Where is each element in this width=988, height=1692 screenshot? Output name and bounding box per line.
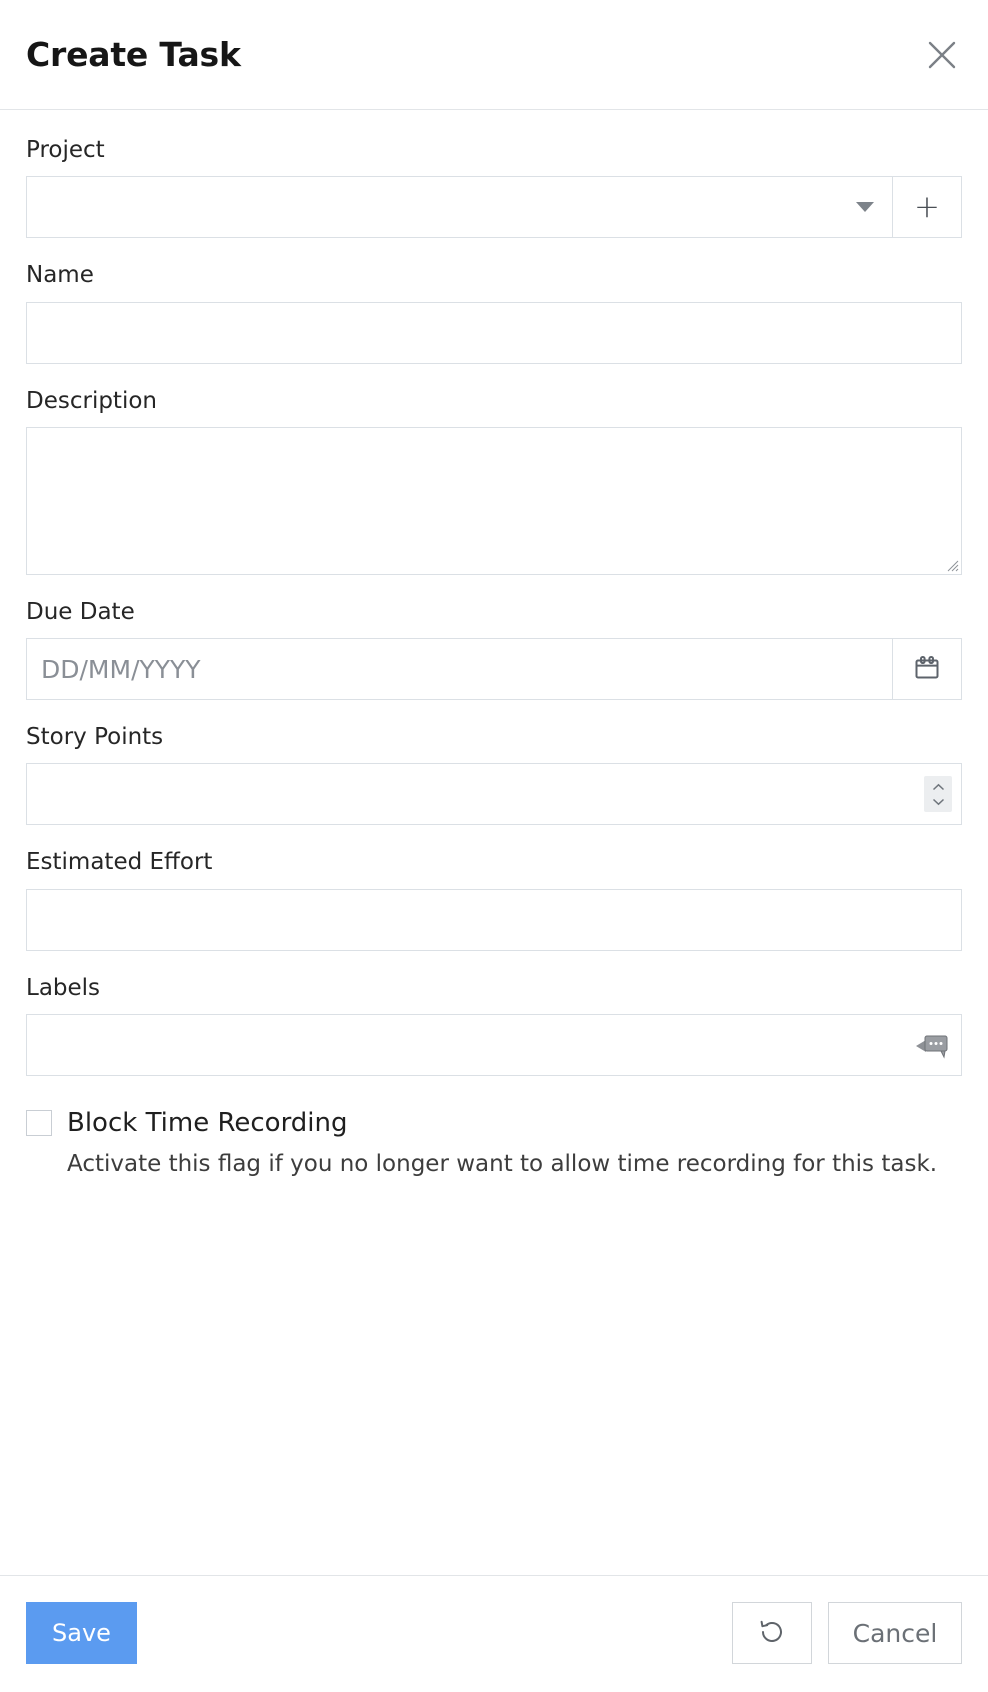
cancel-button[interactable]: Cancel <box>828 1602 962 1664</box>
story-points-input[interactable] <box>26 763 962 826</box>
save-button[interactable]: Save <box>26 1602 137 1664</box>
name-input[interactable] <box>26 301 962 364</box>
page-title: Create Task <box>26 35 241 74</box>
dialog-body: Project + Name Description Due Date DD/M… <box>0 110 988 1575</box>
chevron-up-icon[interactable] <box>931 780 945 794</box>
field-project: Project + <box>26 137 962 239</box>
field-due-date: Due Date <box>26 598 962 701</box>
description-box <box>26 426 962 575</box>
name-label: Name <box>26 262 94 289</box>
create-task-dialog: Create Task Project + Name Description D… <box>0 0 988 1692</box>
due-date-control-row <box>26 638 962 701</box>
story-points-control <box>26 763 962 826</box>
due-date-input[interactable] <box>26 638 892 701</box>
due-date-label: Due Date <box>26 598 135 625</box>
project-select[interactable] <box>26 176 892 239</box>
description-label: Description <box>26 387 157 414</box>
block-time-recording-label: Block Time Recording <box>67 1108 348 1139</box>
field-story-points: Story Points <box>26 724 962 826</box>
block-time-recording-checkbox[interactable] <box>26 1110 52 1137</box>
chevron-down-icon <box>856 202 874 213</box>
chevron-down-icon[interactable] <box>931 794 945 808</box>
estimated-effort-input[interactable] <box>26 888 962 951</box>
close-button[interactable] <box>920 33 964 77</box>
description-textarea[interactable] <box>26 426 962 575</box>
labels-control <box>26 1014 962 1077</box>
calendar-icon <box>912 653 942 686</box>
field-name: Name <box>26 262 962 364</box>
story-points-label: Story Points <box>26 724 164 751</box>
field-estimated-effort: Estimated Effort <box>26 849 962 951</box>
field-block-time-recording: Block Time Recording Activate this flag … <box>26 1110 962 1179</box>
labels-input[interactable] <box>26 1014 962 1077</box>
calendar-picker-button[interactable] <box>892 638 962 701</box>
block-time-recording-help: Activate this flag if you no longer want… <box>67 1151 938 1178</box>
quantity-stepper[interactable] <box>924 776 952 813</box>
close-icon <box>925 38 959 72</box>
undo-arrow-icon <box>756 1616 788 1651</box>
footer-actions: Cancel <box>732 1602 962 1664</box>
field-description: Description <box>26 387 962 575</box>
project-control-row: + <box>26 176 962 239</box>
estimated-effort-label: Estimated Effort <box>26 849 213 876</box>
reset-button[interactable] <box>732 1602 812 1664</box>
add-project-button[interactable]: + <box>892 176 962 239</box>
dialog-footer: Save Cancel <box>0 1575 988 1692</box>
block-time-recording-row: Block Time Recording <box>26 1108 962 1139</box>
labels-label: Labels <box>26 974 101 1001</box>
project-label: Project <box>26 137 105 163</box>
field-labels: Labels <box>26 974 962 1077</box>
dialog-header: Create Task <box>0 0 988 110</box>
